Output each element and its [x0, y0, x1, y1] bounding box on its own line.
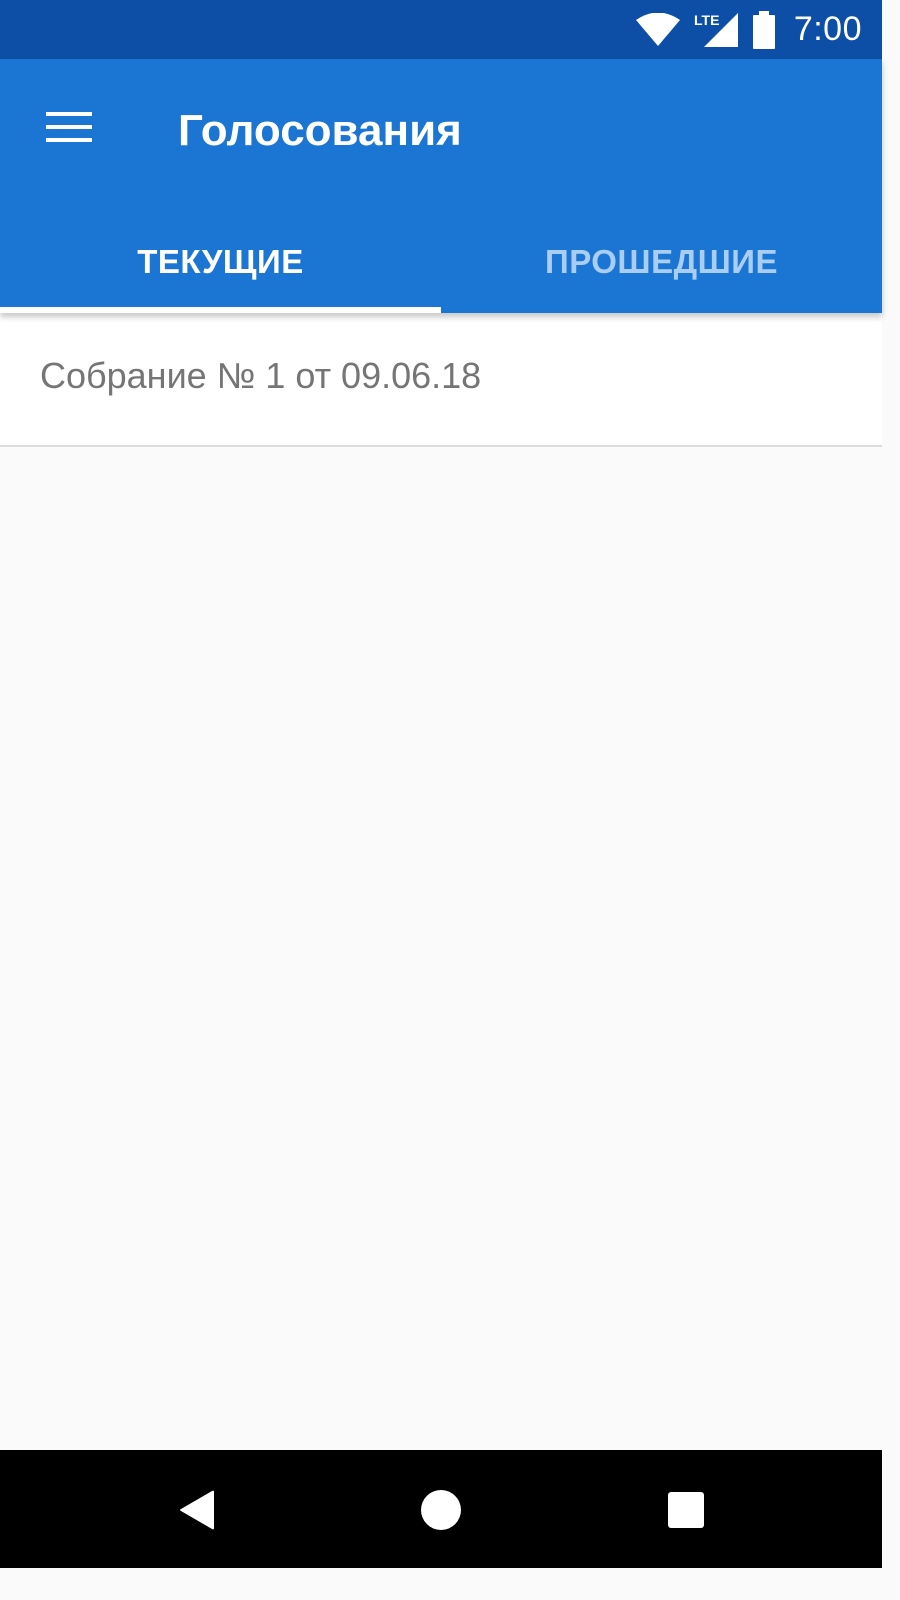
tab-bar: ТЕКУЩИЕ ПРОШЕДШИЕ — [0, 211, 882, 313]
status-clock: 7:00 — [793, 10, 862, 48]
recents-button[interactable] — [646, 1472, 726, 1552]
battery-icon — [752, 10, 776, 49]
hamburger-menu-icon — [46, 111, 92, 148]
network-label: LTE — [694, 12, 719, 28]
lte-signal-icon: LTE — [694, 11, 738, 49]
tab-current-label: ТЕКУЩИЕ — [137, 243, 304, 280]
tab-current[interactable]: ТЕКУЩИЕ — [0, 211, 441, 313]
list-item-label: Собрание № 1 от 09.06.18 — [40, 355, 482, 396]
app-bar: Голосования ТЕКУЩИЕ ПРОШЕДШИЕ — [0, 59, 882, 313]
list-item[interactable]: Собрание № 1 от 09.06.18 — [0, 313, 882, 447]
tab-indicator — [0, 307, 441, 313]
screen: LTE 7:00 Голосования ТЕКУЩИЕ ПРОШЕДШИЕ С… — [0, 0, 882, 1568]
navigation-bar — [0, 1450, 882, 1568]
menu-button[interactable] — [30, 99, 108, 159]
home-button[interactable] — [401, 1472, 481, 1552]
page-title: Голосования — [178, 106, 462, 155]
recents-icon — [667, 1491, 705, 1534]
back-button[interactable] — [157, 1472, 237, 1552]
voting-list: Собрание № 1 от 09.06.18 — [0, 313, 882, 447]
tab-past-label: ПРОШЕДШИЕ — [544, 243, 779, 280]
wifi-icon — [635, 12, 680, 47]
tab-past[interactable]: ПРОШЕДШИЕ — [441, 211, 882, 313]
status-bar: LTE 7:00 — [0, 0, 882, 59]
back-icon — [177, 1489, 217, 1536]
home-icon — [420, 1489, 462, 1536]
